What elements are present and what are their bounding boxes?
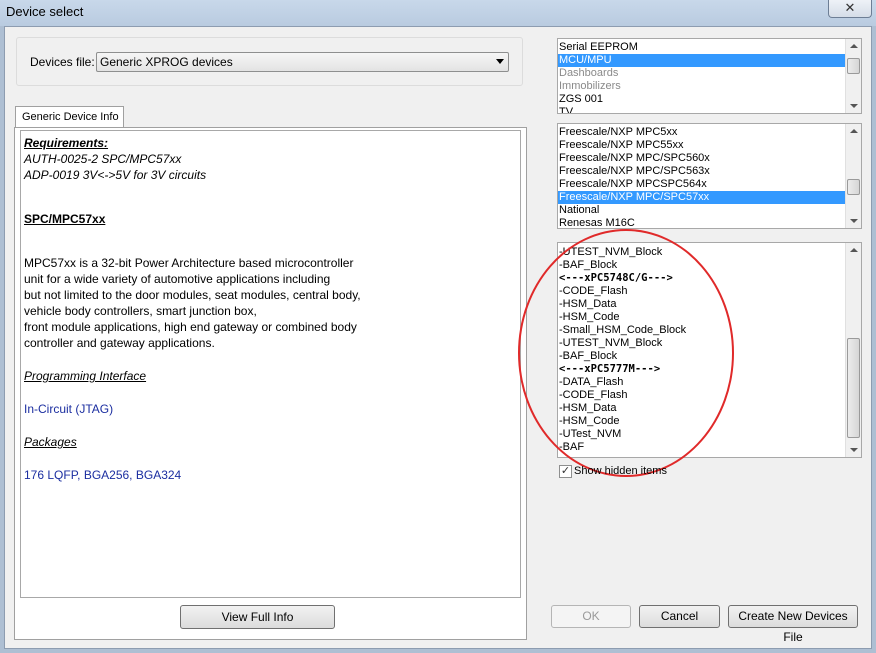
manufacturer-list-item[interactable]: National xyxy=(558,204,845,217)
category-list-scrollbar[interactable] xyxy=(845,39,861,113)
category-list-item[interactable]: TV xyxy=(558,106,845,113)
description-line: but not limited to the door modules, sea… xyxy=(24,288,361,302)
category-list-item[interactable]: Immobilizers xyxy=(558,80,845,93)
category-list[interactable]: Serial EEPROM MCU/MPU Dashboards Immobilize… xyxy=(557,38,862,114)
device-info-box: Requirements: AUTH-0025-2 SPC/MPC57xx AD… xyxy=(20,130,521,598)
manufacturer-list-item[interactable]: Freescale/NXP MPC/SPC563x xyxy=(558,165,845,178)
scroll-up-icon[interactable] xyxy=(850,248,858,252)
ok-button[interactable]: OK xyxy=(551,605,631,628)
category-list-item[interactable]: MCU/MPU xyxy=(558,54,845,67)
scroll-down-icon[interactable] xyxy=(850,104,858,108)
devices-file-select[interactable]: Generic XPROG devices xyxy=(96,52,509,72)
description-line: vehicle body controllers, smart junction… xyxy=(24,304,257,318)
close-button[interactable]: ✕ xyxy=(828,0,872,18)
scroll-down-icon[interactable] xyxy=(850,219,858,223)
devices-file-value: Generic XPROG devices xyxy=(100,55,233,69)
requirement-line: ADP-0019 3V<->5V for 3V circuits xyxy=(24,168,207,182)
category-list-item[interactable]: Serial EEPROM xyxy=(558,41,845,54)
description-line: front module applications, high end gate… xyxy=(24,320,357,334)
cancel-button[interactable]: Cancel xyxy=(639,605,720,628)
manufacturer-list-item[interactable]: Freescale/NXP MPC/SPC57xx xyxy=(558,191,845,204)
scroll-up-icon[interactable] xyxy=(850,44,858,48)
manufacturer-list-item[interactable]: Freescale/NXP MPC/SPC560x xyxy=(558,152,845,165)
requirement-line: AUTH-0025-2 SPC/MPC57xx xyxy=(24,152,182,166)
create-new-devices-file-button[interactable]: Create New Devices File xyxy=(728,605,858,644)
manufacturer-list-scrollbar[interactable] xyxy=(845,124,861,228)
packages-title: Packages xyxy=(24,435,77,449)
scroll-up-icon[interactable] xyxy=(850,129,858,133)
manufacturer-list-item[interactable]: Renesas M16C xyxy=(558,217,845,228)
scroll-thumb[interactable] xyxy=(847,58,860,74)
chevron-down-icon xyxy=(496,59,504,64)
device-heading: SPC/MPC57xx xyxy=(24,212,106,226)
tab-label: Generic Device Info xyxy=(22,111,119,123)
check-icon: ✓ xyxy=(560,465,571,477)
description-line: controller and gateway applications. xyxy=(24,336,215,350)
scroll-thumb[interactable] xyxy=(847,179,860,195)
manufacturer-list-item[interactable]: Freescale/NXP MPC55xx xyxy=(558,139,845,152)
title-bar: Device select ✕ xyxy=(0,0,876,26)
window-title: Device select xyxy=(6,4,84,19)
dialog-body: Devices file: Generic XPROG devices Gene… xyxy=(4,26,872,649)
manufacturer-list[interactable]: Freescale/NXP MPC5xx Freescale/NXP MPC55x… xyxy=(557,123,862,229)
scroll-thumb[interactable] xyxy=(847,338,860,438)
tab-panel: Requirements: AUTH-0025-2 SPC/MPC57xx AD… xyxy=(14,127,527,640)
show-hidden-label: Show hidden items xyxy=(574,465,667,477)
description-line: unit for a wide variety of automotive ap… xyxy=(24,272,331,286)
close-icon: ✕ xyxy=(844,0,856,15)
packages-value: 176 LQFP, BGA256, BGA324 xyxy=(24,468,182,482)
device-list-scrollbar[interactable] xyxy=(845,243,861,457)
annotation-circle xyxy=(518,229,734,477)
tab-generic-device-info[interactable]: Generic Device Info xyxy=(15,106,124,128)
view-full-info-button[interactable]: View Full Info xyxy=(180,605,335,629)
programming-interface-value: In-Circuit (JTAG) xyxy=(24,402,114,416)
category-list-item[interactable]: ZGS 001 xyxy=(558,93,845,106)
scroll-down-icon[interactable] xyxy=(850,448,858,452)
manufacturer-list-item[interactable]: Freescale/NXP MPC5xx xyxy=(558,126,845,139)
category-list-item[interactable]: Dashboards xyxy=(558,67,845,80)
show-hidden-checkbox[interactable]: ✓ xyxy=(559,465,572,478)
manufacturer-list-item[interactable]: Freescale/NXP MPCSPC564x xyxy=(558,178,845,191)
devices-file-group: Devices file: Generic XPROG devices xyxy=(16,37,523,86)
description-line: MPC57xx is a 32-bit Power Architecture b… xyxy=(24,256,354,270)
devices-file-label: Devices file: xyxy=(30,55,95,69)
programming-interface-title: Programming Interface xyxy=(24,369,147,383)
requirements-title: Requirements: xyxy=(24,136,109,150)
